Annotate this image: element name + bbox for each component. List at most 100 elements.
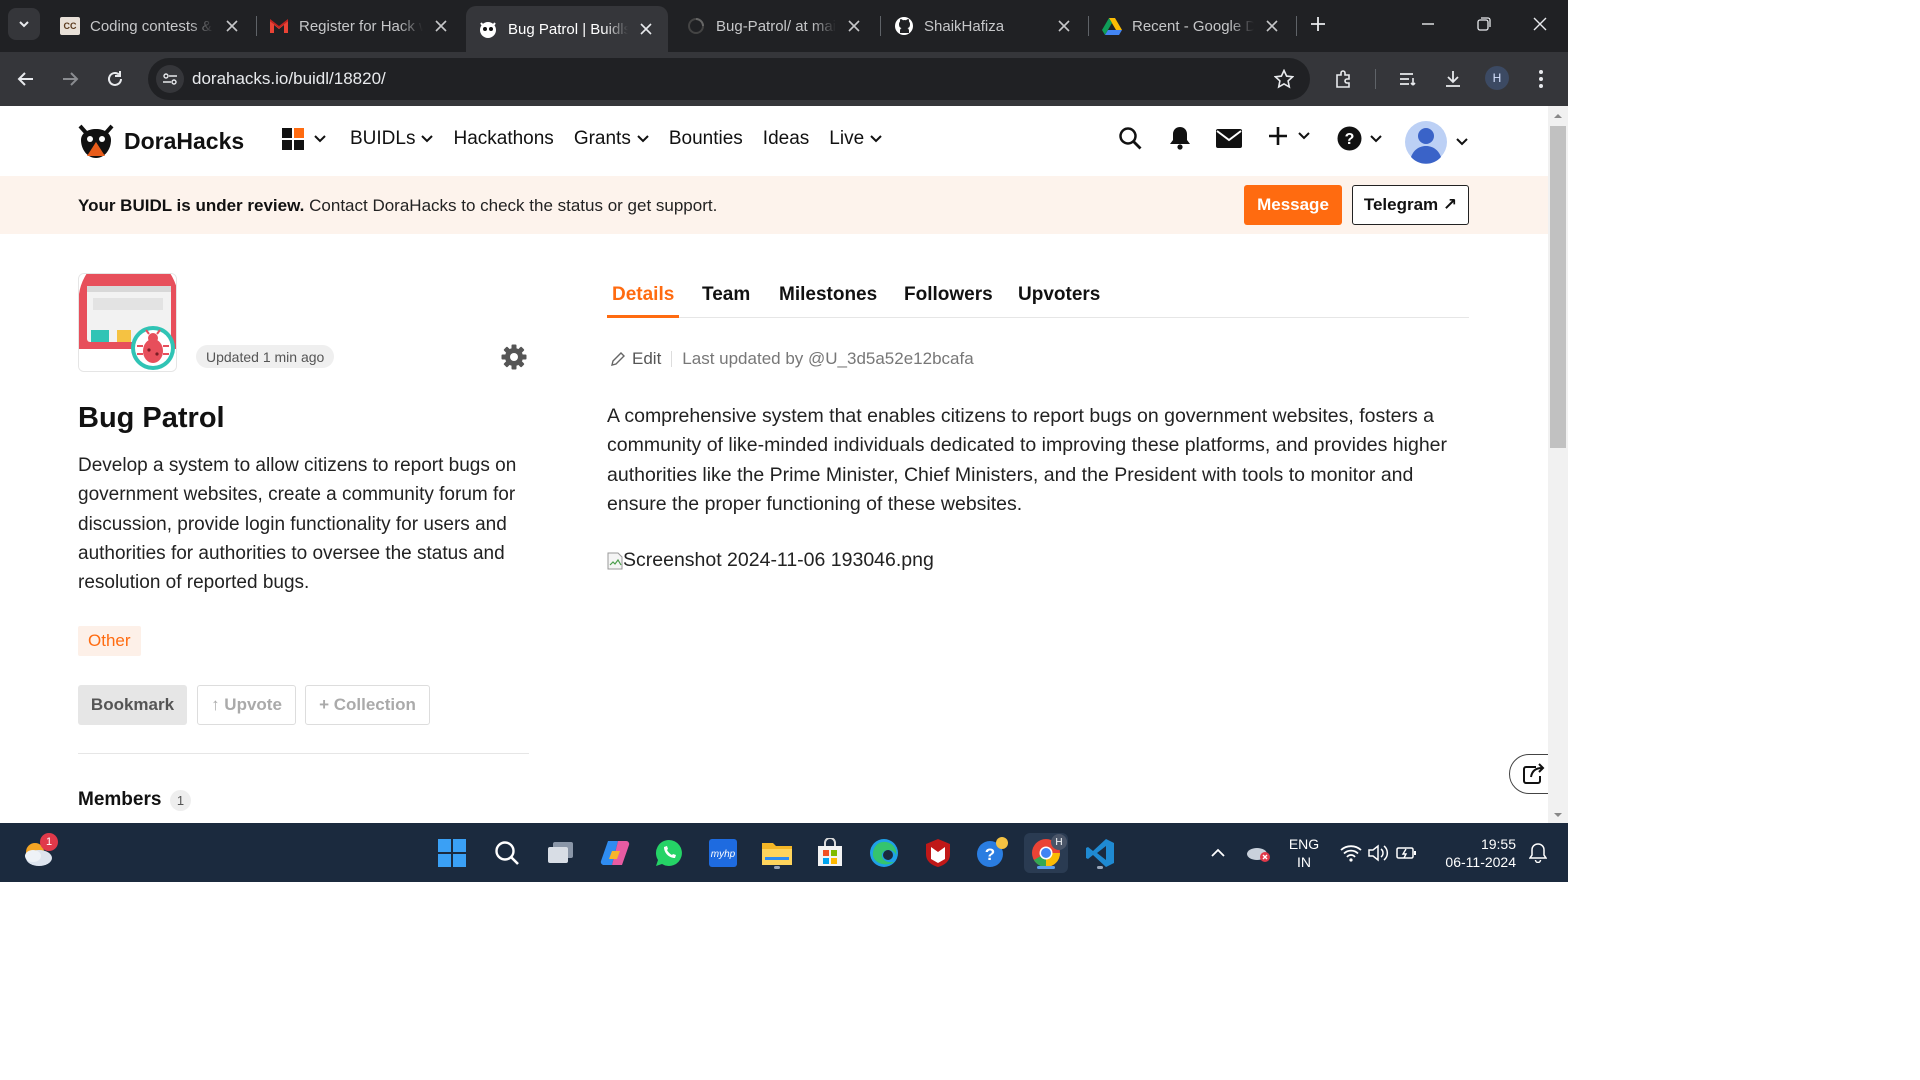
tab-upvoters[interactable]: Upvoters xyxy=(1018,284,1100,318)
edit-button[interactable]: Edit xyxy=(610,349,661,369)
chrome-app[interactable]: H xyxy=(1024,833,1068,873)
file-explorer-app[interactable] xyxy=(757,833,797,873)
quick-settings-button[interactable] xyxy=(1334,833,1424,873)
whatsapp-app[interactable] xyxy=(649,833,689,873)
language-indicator[interactable]: ENG IN xyxy=(1284,835,1324,871)
scrollbar-thumb[interactable] xyxy=(1550,126,1566,448)
notifications-button[interactable] xyxy=(1169,126,1191,150)
show-hidden-icons-button[interactable] xyxy=(1198,833,1238,873)
nav-buidls[interactable]: BUIDLs xyxy=(350,128,434,150)
tab-team[interactable]: Team xyxy=(702,284,750,318)
edge-app[interactable] xyxy=(864,833,904,873)
extensions-button[interactable] xyxy=(1328,63,1360,95)
chevron-down-icon xyxy=(421,135,434,143)
apps-grid-icon xyxy=(282,128,304,150)
clock[interactable]: 19:55 06-11-2024 xyxy=(1432,835,1522,871)
close-tab-icon[interactable] xyxy=(844,16,864,36)
create-menu-button[interactable] xyxy=(1268,126,1310,146)
main-nav: BUIDLs Hackathons Grants Bounties Ideas … xyxy=(282,128,902,150)
start-button[interactable] xyxy=(432,833,472,873)
notification-center-button[interactable] xyxy=(1518,833,1558,873)
project-settings-button[interactable] xyxy=(500,343,528,371)
microsoft-store-app[interactable] xyxy=(810,833,850,873)
page-scrollbar[interactable] xyxy=(1548,106,1568,823)
nav-hackathons[interactable]: Hackathons xyxy=(453,128,553,150)
task-view-button[interactable] xyxy=(541,833,581,873)
vscode-app[interactable] xyxy=(1080,833,1120,873)
tab-milestones[interactable]: Milestones xyxy=(779,284,877,318)
tab-search-button[interactable] xyxy=(8,8,40,40)
nav-live[interactable]: Live xyxy=(829,128,882,150)
site-info-icon[interactable] xyxy=(156,65,184,93)
forward-button[interactable] xyxy=(54,63,86,95)
close-tab-icon[interactable] xyxy=(222,16,242,36)
browser-tab-github-repo[interactable]: Bug-Patrol/ at main xyxy=(674,6,876,46)
details-body: A comprehensive system that enables citi… xyxy=(607,405,1448,515)
dorahacks-logo[interactable]: DoraHacks xyxy=(78,122,244,160)
new-tab-button[interactable] xyxy=(1298,8,1338,40)
add-to-collection-button[interactable]: + Collection xyxy=(305,685,430,725)
nav-ideas[interactable]: Ideas xyxy=(763,128,809,150)
share-floating-button[interactable] xyxy=(1509,754,1548,794)
upvote-button[interactable]: ↑ Upvote xyxy=(197,685,296,725)
scroll-up-icon[interactable] xyxy=(1553,111,1563,121)
weather-widget[interactable]: 1 xyxy=(18,833,58,873)
bell-icon xyxy=(1170,127,1190,150)
browser-tab-github-profile[interactable]: ShaikHafiza xyxy=(882,6,1086,46)
mcafee-app[interactable] xyxy=(918,833,958,873)
taskbar-search-button[interactable] xyxy=(487,833,527,873)
arrow-right-icon xyxy=(63,72,79,86)
close-tab-icon[interactable] xyxy=(1262,16,1282,36)
telegram-button[interactable]: Telegram ↗ xyxy=(1352,185,1469,225)
close-tab-icon[interactable] xyxy=(636,19,656,39)
category-tag[interactable]: Other xyxy=(78,626,141,656)
mcafee-shield-icon xyxy=(926,839,950,867)
tab-title: Bug Patrol | Buidls xyxy=(508,20,628,38)
close-tab-icon[interactable] xyxy=(431,16,451,36)
apps-menu-button[interactable] xyxy=(282,128,326,150)
bell-icon xyxy=(1529,843,1547,863)
site-search-button[interactable] xyxy=(1118,126,1142,150)
close-icon xyxy=(1533,17,1547,31)
help-menu-button[interactable]: ? xyxy=(1337,126,1382,151)
browser-tab-coding-contests[interactable]: CC Coding contests & xyxy=(48,6,254,46)
browser-tab-bug-patrol[interactable]: Bug Patrol | Buidls xyxy=(466,6,668,52)
review-status-banner: Your BUIDL is under review. Contact Dora… xyxy=(0,176,1548,234)
nav-grants[interactable]: Grants xyxy=(574,128,649,150)
user-menu-button[interactable] xyxy=(1404,120,1468,164)
banner-message: Your BUIDL is under review. Contact Dora… xyxy=(78,196,717,216)
tab-details[interactable]: Details xyxy=(607,284,680,318)
back-button[interactable] xyxy=(10,63,42,95)
windows-logo-icon xyxy=(438,839,466,867)
folder-icon xyxy=(762,843,792,865)
restore-window-button[interactable] xyxy=(1464,8,1504,40)
bookmark-button[interactable]: Bookmark xyxy=(78,685,187,725)
myhp-app[interactable]: myhp xyxy=(703,833,743,873)
message-button[interactable]: Message xyxy=(1244,185,1342,225)
browser-tab-google-drive[interactable]: Recent - Google Dr xyxy=(1090,6,1294,46)
reading-list-button[interactable] xyxy=(1392,63,1424,95)
bookmark-star-icon[interactable] xyxy=(1274,69,1294,89)
onedrive-tray[interactable] xyxy=(1238,833,1278,873)
messages-button[interactable] xyxy=(1216,129,1242,148)
nav-bounties[interactable]: Bounties xyxy=(669,128,743,150)
browser-menu-button[interactable] xyxy=(1525,63,1557,95)
reload-button[interactable] xyxy=(99,63,131,95)
wifi-icon xyxy=(1340,845,1362,862)
copilot-app[interactable] xyxy=(595,833,635,873)
share-icon xyxy=(1523,763,1545,784)
downloads-button[interactable] xyxy=(1437,63,1469,95)
tab-followers[interactable]: Followers xyxy=(904,284,993,318)
members-count-badge: 1 xyxy=(170,790,191,811)
browser-tab-strip: CC Coding contests & Register for Hack w… xyxy=(0,0,1568,52)
browser-profile-avatar[interactable]: H xyxy=(1485,66,1509,90)
minimize-window-button[interactable] xyxy=(1408,8,1448,40)
close-window-button[interactable] xyxy=(1520,8,1560,40)
browser-tab-gmail[interactable]: Register for Hack w xyxy=(257,6,463,46)
battery-icon xyxy=(1396,847,1416,859)
close-tab-icon[interactable] xyxy=(1054,16,1074,36)
help-app[interactable]: ? xyxy=(972,833,1012,873)
url-text[interactable]: dorahacks.io/buidl/18820/ xyxy=(192,69,386,89)
address-bar[interactable]: dorahacks.io/buidl/18820/ xyxy=(148,58,1310,100)
scroll-down-icon[interactable] xyxy=(1553,810,1563,820)
